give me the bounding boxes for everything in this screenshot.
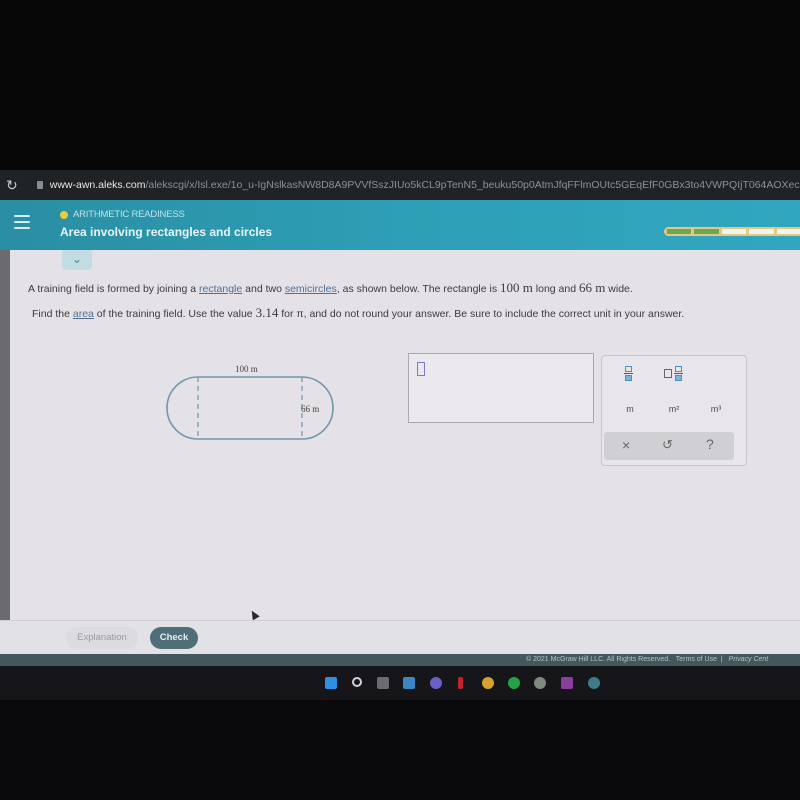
spotify-icon[interactable] [508,677,520,689]
fraction-button[interactable] [624,366,633,383]
progress-segment [776,229,800,234]
denominator-box-icon [625,375,632,381]
text: of the training field. Use the value [93,308,256,320]
input-placeholder-box [417,362,425,376]
palette-actions: × ↺ ? [604,432,734,460]
text: Find the [32,308,73,320]
terms-link[interactable]: Terms of Use [676,656,717,663]
copyright-bar: © 2021 McGraw Hill LLC. All Rights Reser… [0,654,800,666]
xbox-icon[interactable] [534,677,546,689]
length-label: 100 m [235,364,258,374]
denominator-box-icon [675,375,682,381]
clear-button[interactable]: × [622,437,630,453]
status-dot-icon [60,211,68,219]
answer-input[interactable] [408,353,594,423]
pi-value: 3.14 [255,305,279,320]
privacy-link[interactable]: Privacy Cent [729,656,769,663]
app-icon[interactable] [561,677,573,689]
url-host: www-awn.aleks.com [49,179,146,191]
question-line-1: A training field is formed by joining a … [28,280,633,296]
task-view-icon[interactable] [377,677,389,689]
text: wide. [605,283,633,295]
question-area: ⌄ A training field is formed by joining … [0,250,800,620]
chrome-icon[interactable] [482,677,494,689]
numerator-box-icon [625,366,632,372]
netflix-icon[interactable] [458,677,463,689]
unit-m-button[interactable]: m [624,404,636,414]
reload-icon[interactable]: ↻ [6,177,19,194]
area-link[interactable]: area [73,308,94,320]
footer-bar: Explanation Check [0,620,800,654]
topic-title: Area involving rectangles and circles [60,225,273,239]
screen-edge-shadow [0,250,10,670]
unit-m2-button[interactable]: m² [666,404,682,414]
semicircles-link[interactable]: semicircles [285,283,337,295]
numerator-box-icon [675,366,682,372]
aleks-header: ARITHMETIC READINESS Area involving rect… [0,200,800,250]
whole-box-icon [664,369,672,378]
unit-m3-button[interactable]: m³ [708,404,724,414]
length-value: 100 m [500,280,533,295]
progress-segment [721,229,747,234]
copyright-text: © 2021 McGraw Hill LLC. All Rights Reser… [526,656,671,663]
teams-icon[interactable] [430,677,442,689]
explanation-button[interactable]: Explanation [66,627,138,649]
text: for π, and do not round your answer. Be … [278,308,685,320]
help-button[interactable]: ? [706,436,714,452]
hamburger-menu-icon[interactable] [14,215,30,233]
training-field-figure: 100 m 66 m [166,364,334,440]
progress-segment [749,229,774,234]
collapse-chevron-icon[interactable]: ⌄ [62,250,92,270]
url-path: /alekscgi/x/Isl.exe/1o_u-IgNslkasNW8D8A9… [145,179,800,191]
width-value: 66 m [579,280,606,295]
mixed-number-button[interactable] [664,366,683,381]
rectangle-link[interactable]: rectangle [199,283,242,295]
check-button[interactable]: Check [150,627,198,649]
lock-icon [36,181,43,189]
text: long and [532,283,579,295]
text: and two [242,283,285,295]
search-icon[interactable] [352,677,362,687]
progress-segment [667,229,692,234]
text: A training field is formed by joining a [28,283,200,295]
subject-label: ARITHMETIC READINESS [73,209,185,220]
start-icon[interactable] [325,677,337,689]
progress-bar [664,227,800,236]
undo-button[interactable]: ↺ [662,437,673,453]
browser-address-bar[interactable]: ↻ www-awn.aleks.com/alekscgi/x/Isl.exe/1… [0,170,800,200]
chrome-profile-icon[interactable] [588,677,600,689]
text: , as shown below. The rectangle is [336,283,500,295]
windows-taskbar [0,666,800,700]
math-palette: m m² m³ × ↺ ? [601,355,747,466]
screen: ↻ www-awn.aleks.com/alekscgi/x/Isl.exe/1… [0,0,800,800]
question-line-2: Find the area of the training field. Use… [32,305,684,321]
progress-segment [694,229,719,234]
monitor-bezel [0,0,800,170]
widgets-icon[interactable] [403,677,415,689]
width-label: 66 m [301,404,319,414]
url-text[interactable]: www-awn.aleks.com/alekscgi/x/Isl.exe/1o_… [50,179,800,191]
